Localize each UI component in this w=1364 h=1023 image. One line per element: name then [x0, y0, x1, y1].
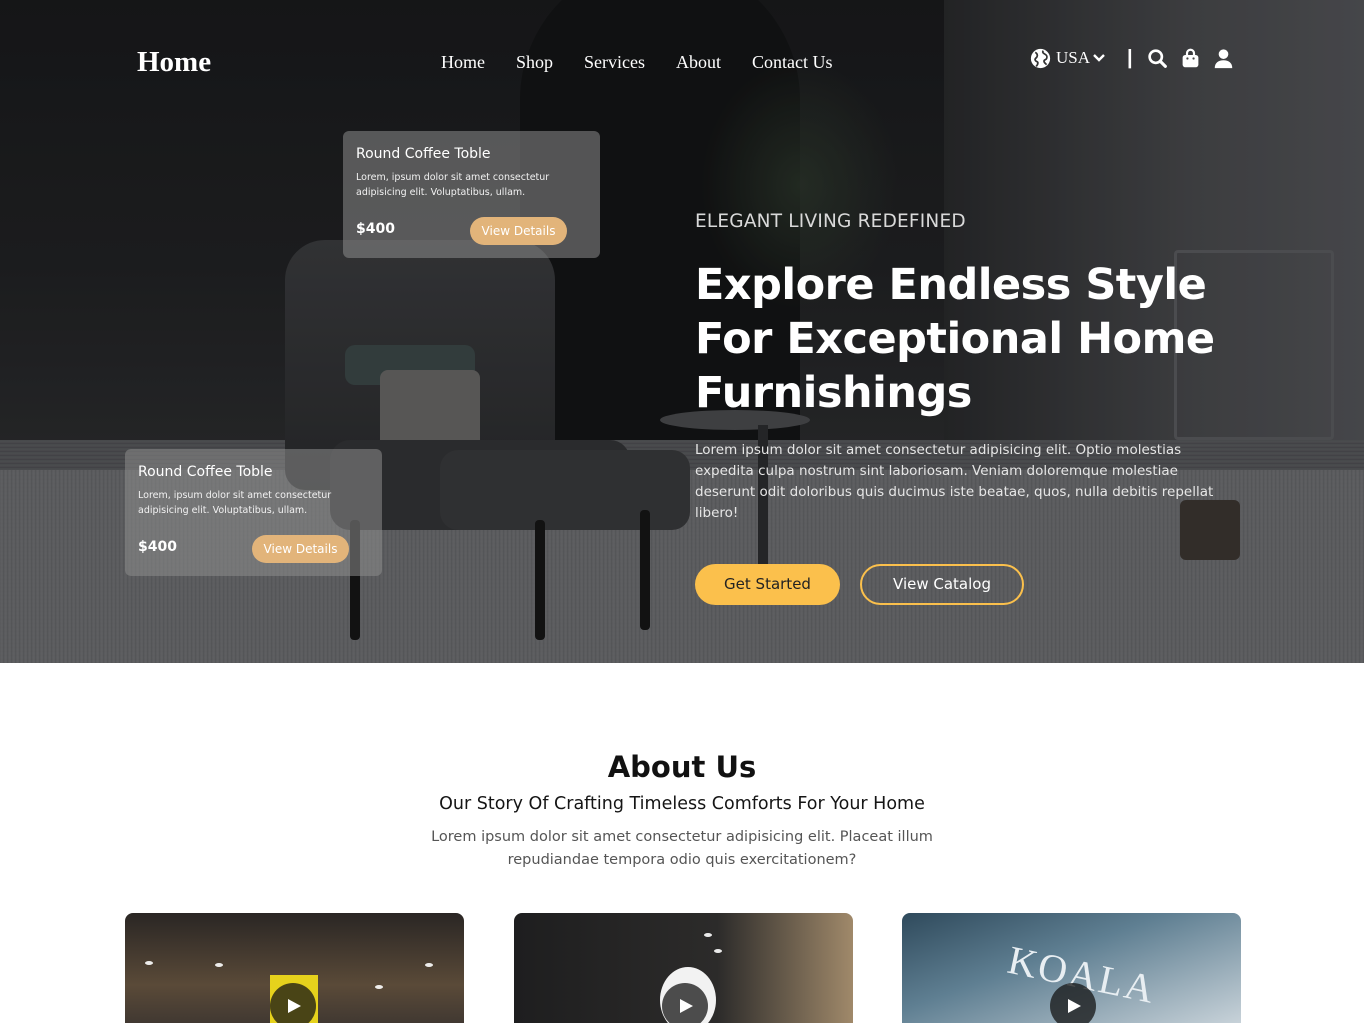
product-card-title: Round Coffee Toble: [356, 146, 491, 162]
video-card[interactable]: KOALA: [902, 913, 1241, 1023]
video-card[interactable]: [125, 913, 464, 1023]
ceiling-light: [375, 985, 383, 989]
brand-logo[interactable]: Home: [137, 46, 211, 79]
view-catalog-button[interactable]: View Catalog: [860, 564, 1024, 605]
view-details-button[interactable]: View Details: [252, 535, 349, 563]
nav-item-contact[interactable]: Contact Us: [752, 52, 833, 73]
ceiling-light: [215, 963, 223, 967]
about-description: Lorem ipsum dolor sit amet consectetur a…: [431, 829, 933, 868]
about-subtitle: Our Story Of Crafting Timeless Comforts …: [439, 794, 925, 814]
view-details-button[interactable]: View Details: [470, 217, 567, 245]
about-title: About Us: [607, 750, 757, 784]
header-actions: USA |: [1030, 46, 1246, 70]
main-nav: Home Shop Services About Contact Us: [441, 52, 833, 73]
product-card-title: Round Coffee Toble: [138, 464, 273, 480]
shopping-bag-icon[interactable]: [1180, 48, 1201, 69]
hero-eyebrow: ELEGANT LIVING REDEFINED: [695, 211, 966, 232]
user-icon[interactable]: [1213, 48, 1234, 69]
play-icon[interactable]: [270, 983, 316, 1023]
header-divider: |: [1127, 46, 1133, 69]
get-started-button[interactable]: Get Started: [695, 564, 840, 605]
search-icon[interactable]: [1147, 48, 1168, 69]
play-icon[interactable]: [1050, 983, 1096, 1023]
ceiling-light: [704, 933, 712, 937]
nav-item-home[interactable]: Home: [441, 52, 485, 73]
nav-item-services[interactable]: Services: [584, 52, 645, 73]
product-card: Round Coffee Toble Lorem, ipsum dolor si…: [125, 449, 382, 576]
hero-description: Lorem ipsum dolor sit amet consectetur a…: [695, 442, 1214, 521]
product-card-price: $400: [356, 221, 395, 237]
play-icon[interactable]: [662, 983, 708, 1023]
hero-headline: Explore Endless Style For Exceptional Ho…: [695, 260, 1215, 418]
hero-section: Home Home Shop Services About Contact Us…: [0, 0, 1364, 663]
ceiling-light: [425, 963, 433, 967]
video-card[interactable]: [514, 913, 853, 1023]
product-card: Round Coffee Toble Lorem, ipsum dolor si…: [343, 131, 600, 258]
nav-item-about[interactable]: About: [676, 52, 721, 73]
product-card-price: $400: [138, 539, 177, 555]
product-card-description: Lorem, ipsum dolor sit amet consectetur …: [356, 172, 550, 198]
chevron-down-icon[interactable]: [1092, 51, 1106, 65]
globe-icon: [1030, 48, 1051, 69]
ceiling-light: [145, 961, 153, 965]
product-card-description: Lorem, ipsum dolor sit amet consectetur …: [138, 490, 332, 516]
currency-selector[interactable]: USA: [1056, 48, 1090, 68]
nav-item-shop[interactable]: Shop: [516, 52, 553, 73]
ceiling-light: [714, 949, 722, 953]
